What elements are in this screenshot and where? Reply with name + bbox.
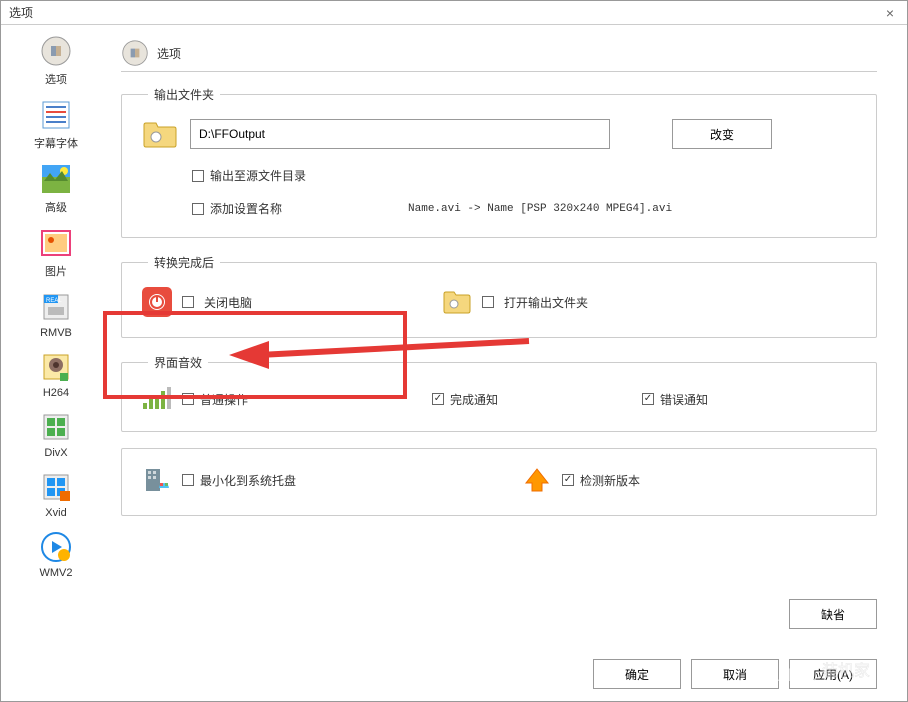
output-to-source-label: 输出至源文件目录 bbox=[210, 167, 306, 184]
sidebar-item-xvid[interactable]: Xvid bbox=[26, 471, 86, 519]
minimize-tray-checkbox[interactable] bbox=[182, 474, 194, 486]
header-icon bbox=[121, 39, 149, 67]
open-folder-icon bbox=[442, 289, 472, 315]
wmv2-icon bbox=[40, 531, 72, 563]
output-to-source-checkbox[interactable] bbox=[192, 170, 204, 182]
misc-group: 最小化到系统托盘 检测新版本 bbox=[121, 448, 877, 516]
update-icon bbox=[522, 465, 552, 495]
done-sound-label: 完成通知 bbox=[450, 391, 498, 408]
sidebar-item-label: 图片 bbox=[45, 263, 67, 279]
sidebar-item-subtitle-font[interactable]: 字幕字体 bbox=[26, 99, 86, 151]
ok-button[interactable]: 确定 bbox=[593, 659, 681, 689]
window-title: 选项 bbox=[9, 4, 33, 21]
tray-icon bbox=[142, 465, 172, 495]
sidebar-item-options[interactable]: 选项 bbox=[26, 35, 86, 87]
after-convert-group: 转换完成后 关闭电脑 打开输出文件夹 bbox=[121, 254, 877, 338]
naming-hint: Name.avi -> Name [PSP 320x240 MPEG4].avi bbox=[408, 203, 672, 215]
sidebar-item-wmv2[interactable]: WMV2 bbox=[26, 531, 86, 579]
picture-icon bbox=[40, 227, 72, 259]
close-button[interactable]: × bbox=[881, 4, 899, 22]
sidebar-item-picture[interactable]: 图片 bbox=[26, 227, 86, 279]
sidebar-item-h264[interactable]: H264 bbox=[26, 351, 86, 399]
error-sound-checkbox[interactable] bbox=[642, 393, 654, 405]
done-sound-checkbox[interactable] bbox=[432, 393, 444, 405]
after-legend: 转换完成后 bbox=[148, 254, 220, 271]
main-panel: 选项 输出文件夹 改变 输出至源文件目录 添加设置名称 Name.avi -> … bbox=[111, 25, 907, 701]
error-sound-label: 错误通知 bbox=[660, 391, 708, 408]
add-setting-name-checkbox[interactable] bbox=[192, 203, 204, 215]
apply-button[interactable]: 应用(A) bbox=[789, 659, 877, 689]
h264-icon bbox=[40, 351, 72, 383]
default-button[interactable]: 缺省 bbox=[789, 599, 877, 629]
output-folder-group: 输出文件夹 改变 输出至源文件目录 添加设置名称 Name.avi -> Nam… bbox=[121, 86, 877, 238]
open-folder-label: 打开输出文件夹 bbox=[504, 294, 588, 311]
change-button[interactable]: 改变 bbox=[672, 119, 772, 149]
sidebar-item-label: 字幕字体 bbox=[34, 135, 78, 151]
dialog-footer: 确定 取消 应用(A) bbox=[593, 659, 877, 689]
sidebar-item-label: 选项 bbox=[45, 71, 67, 87]
sidebar-item-label: RMVB bbox=[40, 327, 72, 339]
sidebar-item-label: Xvid bbox=[45, 507, 66, 519]
panel-title: 选项 bbox=[157, 45, 181, 62]
svg-text:REAL: REAL bbox=[46, 298, 62, 304]
advanced-icon bbox=[40, 163, 72, 195]
options-icon bbox=[40, 35, 72, 67]
power-icon bbox=[142, 287, 172, 317]
output-legend: 输出文件夹 bbox=[148, 86, 220, 103]
divx-icon bbox=[40, 411, 72, 443]
content: 选项 字幕字体 高级 图片 REAL RMVB bbox=[1, 25, 907, 701]
shutdown-checkbox[interactable] bbox=[182, 296, 194, 308]
shutdown-label: 关闭电脑 bbox=[204, 294, 252, 311]
sidebar-item-label: 高级 bbox=[45, 199, 67, 215]
open-folder-checkbox[interactable] bbox=[482, 296, 494, 308]
sidebar-item-label: DivX bbox=[44, 447, 67, 459]
sidebar-item-label: WMV2 bbox=[40, 567, 73, 579]
folder-icon bbox=[142, 119, 178, 149]
sidebar-item-rmvb[interactable]: REAL RMVB bbox=[26, 291, 86, 339]
titlebar: 选项 × bbox=[1, 1, 907, 25]
sidebar: 选项 字幕字体 高级 图片 REAL RMVB bbox=[1, 25, 111, 701]
panel-header: 选项 bbox=[121, 35, 877, 72]
sidebar-item-advanced[interactable]: 高级 bbox=[26, 163, 86, 215]
normal-sound-label: 普通操作 bbox=[200, 391, 248, 408]
sound-bars-icon bbox=[142, 387, 172, 411]
output-path-input[interactable] bbox=[190, 119, 610, 149]
sidebar-item-divx[interactable]: DivX bbox=[26, 411, 86, 459]
cancel-button[interactable]: 取消 bbox=[691, 659, 779, 689]
sidebar-item-label: H264 bbox=[43, 387, 69, 399]
sound-group: 界面音效 普通操作 完成通知 错误通知 bbox=[121, 354, 877, 432]
sound-legend: 界面音效 bbox=[148, 354, 208, 371]
check-update-label: 检测新版本 bbox=[580, 472, 640, 489]
rmvb-icon: REAL bbox=[40, 291, 72, 323]
add-setting-name-label: 添加设置名称 bbox=[210, 200, 282, 217]
font-icon bbox=[40, 99, 72, 131]
check-update-checkbox[interactable] bbox=[562, 474, 574, 486]
normal-sound-checkbox[interactable] bbox=[182, 393, 194, 405]
minimize-tray-label: 最小化到系统托盘 bbox=[200, 472, 296, 489]
xvid-icon bbox=[40, 471, 72, 503]
